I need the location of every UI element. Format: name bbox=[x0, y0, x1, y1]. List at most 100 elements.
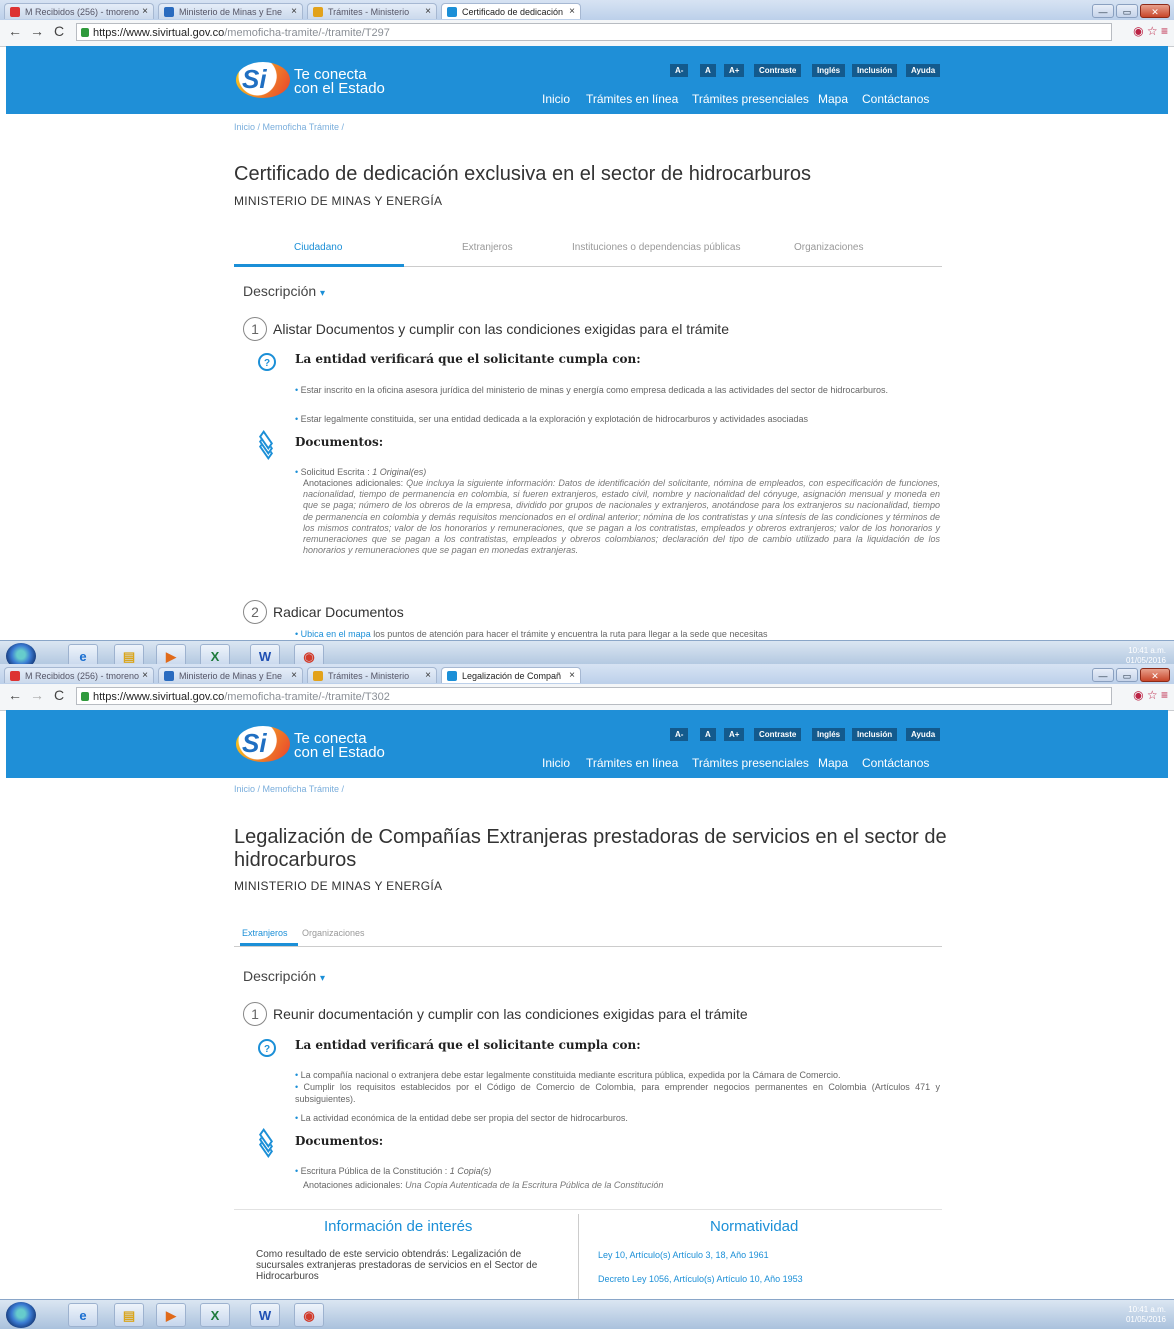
nav-mapa[interactable]: Mapa bbox=[818, 756, 848, 770]
reload-icon[interactable]: C bbox=[54, 687, 64, 703]
tramites-icon bbox=[313, 671, 323, 681]
browser-tab[interactable]: M Recibidos (256) - tmoreno × bbox=[4, 667, 154, 683]
nav-inicio[interactable]: Inicio bbox=[542, 92, 570, 106]
document-item: • Solicitud Escrita : 1 Original(es) bbox=[295, 467, 427, 477]
description-toggle[interactable]: Descripción ▾ bbox=[243, 968, 325, 984]
browser-tab[interactable]: Trámites - Ministerio × bbox=[307, 3, 437, 19]
lock-icon bbox=[81, 28, 89, 37]
chrome-icon[interactable]: ◉ bbox=[294, 1303, 324, 1327]
footer-divider bbox=[578, 1214, 579, 1304]
back-icon[interactable]: ← bbox=[8, 687, 22, 703]
browser-tab[interactable]: Ministerio de Minas y Ene × bbox=[158, 3, 303, 19]
question-icon: ? bbox=[258, 1039, 276, 1057]
address-bar[interactable]: https://www.sivirtual.gov.co/memoficha-t… bbox=[76, 687, 1112, 705]
close-window-icon[interactable]: ✕ bbox=[1140, 668, 1170, 682]
close-tab-icon[interactable]: × bbox=[569, 668, 575, 683]
step-title: Reunir documentación y cumplir con las c… bbox=[273, 1006, 748, 1022]
english-button[interactable]: Inglés bbox=[812, 64, 846, 77]
browser-tab[interactable]: M Recibidos (256) - tmoreno × bbox=[4, 3, 154, 19]
norm-link[interactable]: Ley 10, Artículo(s) Artículo 3, 18, Año … bbox=[598, 1250, 769, 1260]
contrast-button[interactable]: Contraste bbox=[754, 64, 802, 77]
reload-icon[interactable]: C bbox=[54, 23, 64, 39]
windows-start-icon[interactable] bbox=[6, 1302, 36, 1328]
font-smaller-button[interactable]: A- bbox=[670, 728, 689, 741]
browser-tab-active[interactable]: Legalización de Compañ × bbox=[441, 667, 581, 683]
document-annotation: Anotaciones adicionales: Que incluya la … bbox=[303, 478, 940, 556]
word-icon[interactable]: W bbox=[250, 1303, 280, 1327]
browser-tab[interactable]: Ministerio de Minas y Ene × bbox=[158, 667, 303, 683]
nav-inicio[interactable]: Inicio bbox=[542, 756, 570, 770]
folder-icon[interactable]: ▤ bbox=[114, 1303, 144, 1327]
browser-toolbar: ← → C https://www.sivirtual.gov.co/memof… bbox=[0, 684, 1174, 711]
close-tab-icon[interactable]: × bbox=[425, 668, 431, 683]
font-larger-button[interactable]: A+ bbox=[724, 64, 745, 77]
page-title: Legalización de Compañías Extranjeras pr… bbox=[234, 826, 947, 871]
font-normal-button[interactable]: A bbox=[700, 64, 716, 77]
norm-link[interactable]: Decreto Ley 1056, Artículo(s) Artículo 1… bbox=[598, 1274, 803, 1284]
system-clock: 10:41 a.m. 01/05/2016 bbox=[1125, 646, 1166, 665]
step-number-2: 2 bbox=[243, 600, 267, 624]
minimize-icon[interactable]: — bbox=[1092, 668, 1114, 682]
page-title: Certificado de dedicación exclusiva en e… bbox=[234, 163, 811, 185]
tab-extranjeros[interactable]: Extranjeros bbox=[242, 928, 288, 938]
step2-item: • Ubica en el mapa los puntos de atenció… bbox=[295, 629, 768, 639]
extension-icons[interactable]: ◉ ☆ ≡ bbox=[1133, 24, 1168, 38]
media-player-icon[interactable]: ▶ bbox=[156, 1303, 186, 1327]
browser-tab[interactable]: Trámites - Ministerio × bbox=[307, 667, 437, 683]
inclusion-button[interactable]: Inclusión bbox=[852, 64, 898, 77]
nav-mapa[interactable]: Mapa bbox=[818, 92, 848, 106]
audience-tabs: Ciudadano Extranjeros Instituciones o de… bbox=[234, 242, 942, 267]
browser-tab-active[interactable]: Certificado de dedicación × bbox=[441, 3, 581, 19]
help-button[interactable]: Ayuda bbox=[906, 728, 941, 741]
ie-icon[interactable]: e bbox=[68, 1303, 98, 1327]
tab-ciudadano[interactable]: Ciudadano bbox=[294, 242, 342, 253]
tab-organizaciones[interactable]: Organizaciones bbox=[794, 242, 863, 253]
extension-icons[interactable]: ◉ ☆ ≡ bbox=[1133, 688, 1168, 702]
tab-instituciones[interactable]: Instituciones o dependencias públicas bbox=[572, 242, 740, 253]
map-link[interactable]: Ubica en el mapa bbox=[301, 629, 371, 639]
close-tab-icon[interactable]: × bbox=[291, 668, 297, 683]
minimize-icon[interactable]: — bbox=[1092, 4, 1114, 18]
nav-tramites-presenciales[interactable]: Trámites presenciales bbox=[692, 92, 809, 106]
maximize-icon[interactable]: ▭ bbox=[1116, 668, 1138, 682]
nav-contactanos[interactable]: Contáctanos bbox=[862, 756, 929, 770]
step-title: Radicar Documentos bbox=[273, 604, 404, 620]
address-bar[interactable]: https://www.sivirtual.gov.co/memoficha-t… bbox=[76, 23, 1112, 41]
maximize-icon[interactable]: ▭ bbox=[1116, 4, 1138, 18]
lock-icon bbox=[81, 692, 89, 701]
back-icon[interactable]: ← bbox=[8, 23, 22, 39]
close-window-icon[interactable]: ✕ bbox=[1140, 4, 1170, 18]
active-tab-underline bbox=[240, 943, 298, 946]
font-larger-button[interactable]: A+ bbox=[724, 728, 745, 741]
tab-extranjeros[interactable]: Extranjeros bbox=[462, 242, 513, 253]
nav-tramites-linea[interactable]: Trámites en línea bbox=[586, 756, 678, 770]
site-tagline: Te conecta con el Estado bbox=[294, 730, 385, 761]
condition-item: • Estar inscrito en la oficina asesora j… bbox=[295, 385, 888, 395]
font-smaller-button[interactable]: A- bbox=[670, 64, 689, 77]
help-button[interactable]: Ayuda bbox=[906, 64, 941, 77]
breadcrumb[interactable]: Inicio / Memoficha Trámite / bbox=[234, 784, 344, 794]
tab-organizaciones[interactable]: Organizaciones bbox=[302, 928, 365, 938]
font-normal-button[interactable]: A bbox=[700, 728, 716, 741]
close-tab-icon[interactable]: × bbox=[425, 4, 431, 19]
forward-icon[interactable]: → bbox=[30, 23, 44, 39]
close-tab-icon[interactable]: × bbox=[142, 668, 148, 683]
inclusion-button[interactable]: Inclusión bbox=[852, 728, 898, 741]
contrast-button[interactable]: Contraste bbox=[754, 728, 802, 741]
verify-heading: La entidad verificará que el solicitante… bbox=[295, 352, 641, 366]
nav-tramites-linea[interactable]: Trámites en línea bbox=[586, 92, 678, 106]
window-controls: — ▭ ✕ bbox=[1090, 2, 1170, 18]
english-button[interactable]: Inglés bbox=[812, 728, 846, 741]
layers-icon bbox=[256, 1128, 280, 1158]
description-toggle[interactable]: Descripción ▾ bbox=[243, 283, 325, 299]
gmail-icon bbox=[10, 671, 20, 681]
nav-contactanos[interactable]: Contáctanos bbox=[862, 92, 929, 106]
breadcrumb[interactable]: Inicio / Memoficha Trámite / bbox=[234, 122, 344, 132]
close-tab-icon[interactable]: × bbox=[291, 4, 297, 19]
excel-icon[interactable]: X bbox=[200, 1303, 230, 1327]
close-tab-icon[interactable]: × bbox=[569, 4, 575, 19]
condition-item: • La compañía nacional o extranjera debe… bbox=[295, 1070, 841, 1080]
close-tab-icon[interactable]: × bbox=[142, 4, 148, 19]
forward-icon[interactable]: → bbox=[30, 687, 44, 703]
nav-tramites-presenciales[interactable]: Trámites presenciales bbox=[692, 756, 809, 770]
